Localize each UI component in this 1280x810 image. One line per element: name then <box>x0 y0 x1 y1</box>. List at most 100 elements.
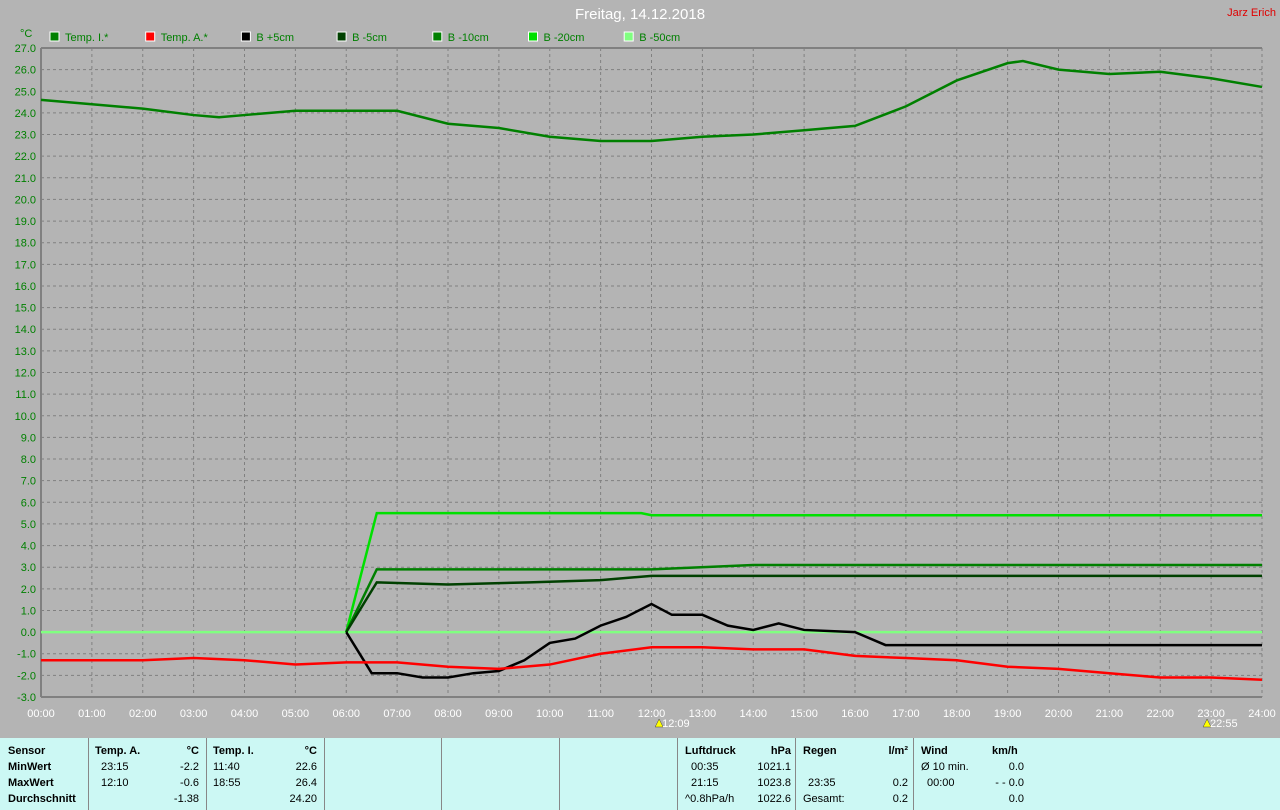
x-tick-label: 17:00 <box>892 708 920 720</box>
rain-max-value: 0.2 <box>892 777 908 789</box>
summary-table: Sensor MinWert MaxWert Durchschnitt Temp… <box>0 738 1280 810</box>
legend-label: B -20cm <box>544 32 585 44</box>
x-tick-label: 19:00 <box>994 708 1022 720</box>
x-tick-label: 21:00 <box>1096 708 1124 720</box>
temp-a-column: Temp. A. °C 23:15 -2.2 12:10 -0.6 -1.38 <box>88 738 207 810</box>
y-tick-label: 16.0 <box>15 281 36 293</box>
legend-label: B -50cm <box>639 32 680 44</box>
temp-a-max-value: -0.6 <box>180 777 199 789</box>
temp-a-unit: °C <box>186 745 199 757</box>
y-tick-label: 19.0 <box>15 216 36 228</box>
pressure-max-time: 21:15 <box>691 777 719 789</box>
legend-swatch <box>240 31 251 42</box>
temp-i-max-value: 26.4 <box>295 777 317 789</box>
author-label: Jarz Erich <box>1227 7 1276 19</box>
min-label: MinWert <box>8 761 52 773</box>
y-tick-label: 7.0 <box>21 476 36 488</box>
temp-a-avg: -1.38 <box>173 793 199 805</box>
x-tick-label: 15:00 <box>790 708 818 720</box>
rain-total-value: 0.2 <box>892 793 908 805</box>
y-tick-label: 18.0 <box>15 238 36 250</box>
y-tick-label: 9.0 <box>21 432 36 444</box>
temp-i-min-time: 11:40 <box>213 761 240 773</box>
legend-label: Temp. I.* <box>65 32 109 44</box>
legend-swatch <box>145 31 156 42</box>
y-tick-label: 11.0 <box>15 389 36 401</box>
x-tick-label: 10:00 <box>536 708 564 720</box>
x-tick-label: 09:00 <box>485 708 513 720</box>
pressure-unit: hPa <box>770 745 791 757</box>
rain-column: Regen l/m² 23:35 0.2 Gesamt: 0.2 <box>795 738 914 810</box>
y-tick-label: 24.0 <box>15 108 36 120</box>
empty-column <box>441 738 560 810</box>
x-tick-label: 01:00 <box>78 708 106 720</box>
legend-label: B -10cm <box>448 32 489 44</box>
x-tick-label: 08:00 <box>434 708 462 720</box>
pressure-trend: ^0.8hPa/h <box>685 793 735 805</box>
y-tick-label: 20.0 <box>15 194 36 206</box>
y-tick-label: 27.0 <box>15 43 36 55</box>
x-tick-label: 05:00 <box>282 708 310 720</box>
rain-max-time: 23:35 <box>808 777 836 789</box>
wind-avg-label: Ø 10 min. <box>921 761 969 773</box>
y-tick-label: 8.0 <box>21 454 36 466</box>
x-tick-label: 02:00 <box>129 708 157 720</box>
temp-i-unit: °C <box>304 745 317 757</box>
y-tick-label: 13.0 <box>15 346 36 358</box>
pressure-column: Luftdruck hPa 00:35 1021.1 21:15 1023.8 … <box>677 738 796 810</box>
temp-i-column: Temp. I. °C 11:40 22.6 18:55 26.4 24.20 <box>206 738 325 810</box>
wind-current: 0.0 <box>1008 793 1024 805</box>
y-tick-label: 17.0 <box>15 259 36 271</box>
y-tick-label: 0.0 <box>21 627 36 639</box>
y-unit-label: °C <box>20 28 32 40</box>
legend-label: B +5cm <box>256 32 294 44</box>
y-tick-label: 15.0 <box>15 303 36 315</box>
x-tick-label: 11:00 <box>587 708 614 720</box>
wind-column: Wind km/h Ø 10 min. 0.0 00:00 - - 0.0 0.… <box>913 738 1280 810</box>
x-tick-label: 18:00 <box>943 708 971 720</box>
y-tick-label: -2.0 <box>17 670 36 682</box>
temp-a-min-value: -2.2 <box>180 761 199 773</box>
y-tick-label: 6.0 <box>21 497 36 509</box>
wind-max-time: 00:00 <box>927 777 955 789</box>
x-tick-label: 24:00 <box>1248 708 1276 720</box>
pressure-header: Luftdruck <box>685 745 736 757</box>
y-tick-label: 12.0 <box>15 368 36 380</box>
y-tick-label: 22.0 <box>15 151 36 163</box>
legend-swatch <box>336 31 347 42</box>
x-tick-label: 22:00 <box>1146 708 1174 720</box>
wind-max-value: - - 0.0 <box>995 777 1024 789</box>
x-tick-label: 07:00 <box>383 708 411 720</box>
legend-label: Temp. A.* <box>161 32 209 44</box>
x-tick-label: 16:00 <box>841 708 869 720</box>
sunset-time-label: 22:55 <box>1210 718 1238 730</box>
x-tick-label: 14:00 <box>739 708 767 720</box>
rain-unit: l/m² <box>888 745 908 757</box>
x-tick-label: 06:00 <box>332 708 360 720</box>
temp-i-min-value: 22.6 <box>295 761 317 773</box>
pressure-min-value: 1021.1 <box>757 761 791 773</box>
temp-a-max-time: 12:10 <box>101 777 129 789</box>
y-tick-label: 1.0 <box>21 605 36 617</box>
empty-column <box>559 738 678 810</box>
legend-swatch <box>623 31 634 42</box>
y-tick-label: 14.0 <box>15 324 36 336</box>
avg-label: Durchschnitt <box>8 793 76 805</box>
temp-a-header: Temp. A. <box>95 745 141 757</box>
y-tick-label: 10.0 <box>15 411 36 423</box>
y-tick-label: -1.0 <box>17 649 36 661</box>
y-tick-label: 3.0 <box>21 562 36 574</box>
temperature-chart: 27.0 26.0 25.0 24.0 23.0 22.0 21.0 20.0 19.0 18.0… <box>15 28 1276 730</box>
pressure-min-time: 00:35 <box>691 761 719 773</box>
wind-unit: km/h <box>992 745 1018 757</box>
temp-i-max-time: 18:55 <box>213 777 241 789</box>
y-tick-label: 23.0 <box>15 130 36 142</box>
y-tick-label: 26.0 <box>15 65 36 77</box>
sensor-header: Sensor <box>8 745 46 757</box>
max-label: MaxWert <box>8 777 54 789</box>
pressure-max-value: 1023.8 <box>757 777 791 789</box>
legend-swatch <box>528 31 538 42</box>
temp-i-avg: 24.20 <box>289 793 317 805</box>
rain-header: Regen <box>803 745 837 757</box>
sunrise-time-label: 12:09 <box>662 718 690 730</box>
